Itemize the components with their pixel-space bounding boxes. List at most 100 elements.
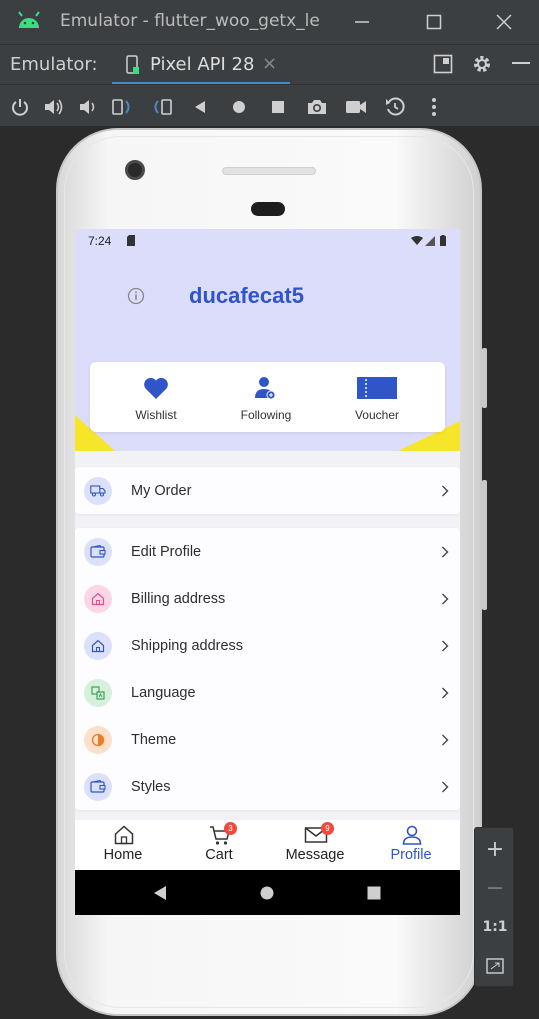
menu-label: Billing address — [131, 590, 226, 607]
following-shortcut[interactable]: Following — [216, 374, 316, 422]
collapse-icon[interactable] — [511, 61, 531, 67]
tab-close-icon[interactable]: × — [262, 53, 277, 74]
tab-pixel-api-28[interactable]: Pixel API 28 × — [112, 45, 290, 85]
nav-home[interactable]: Home — [75, 820, 171, 870]
phone-volume-button — [482, 480, 487, 610]
order-group: My Order — [75, 467, 460, 514]
nav-message-label: Message — [285, 847, 345, 863]
phone-icon — [126, 55, 139, 74]
rotate-right-icon — [154, 99, 172, 115]
chevron-right-icon — [442, 640, 449, 651]
rotate-left-icon — [112, 99, 130, 115]
nav-message[interactable]: 9 Message — [267, 820, 363, 870]
maximize-icon — [426, 14, 442, 30]
nav-back-icon[interactable] — [153, 885, 167, 901]
zoom-in-button[interactable]: + — [475, 830, 515, 868]
wishlist-label: Wishlist — [135, 408, 177, 422]
chevron-right-icon — [442, 593, 449, 604]
zoom-panel: + − 1:1 — [474, 827, 514, 987]
actual-size-button[interactable]: 1:1 — [475, 908, 515, 946]
volume-down-button[interactable] — [76, 95, 100, 119]
shipping-badge — [84, 631, 112, 660]
emulator-toolbar — [0, 84, 539, 126]
window-title-bar: Emulator - flutter_woo_getx_le — [0, 0, 539, 44]
nav-home-label: Home — [103, 847, 143, 863]
translate-icon — [91, 685, 105, 700]
edit-profile-badge — [84, 537, 112, 566]
more-icon — [432, 98, 436, 116]
power-icon — [12, 99, 28, 116]
tab-label: Pixel API 28 — [150, 54, 255, 75]
minimize-button[interactable] — [348, 8, 376, 36]
fit-screen-button[interactable] — [475, 947, 515, 985]
record-button[interactable] — [344, 95, 368, 119]
nav-profile[interactable]: Profile — [363, 820, 459, 870]
menu-label: My Order — [131, 482, 192, 499]
rotate-right-button[interactable] — [150, 95, 174, 119]
nav-cart[interactable]: 3 Cart — [171, 820, 267, 870]
zoom-out-button[interactable]: − — [475, 869, 515, 907]
power-button[interactable] — [8, 95, 32, 119]
signal-battery-icons — [411, 235, 446, 246]
gear-icon[interactable] — [472, 54, 492, 74]
video-camera-icon — [346, 101, 366, 113]
snapshot-button[interactable] — [383, 95, 407, 119]
chevron-right-icon — [442, 781, 449, 792]
home-outline-icon — [91, 592, 105, 605]
menu-row-shipping-address[interactable]: Shipping address — [75, 622, 460, 669]
chevron-right-icon — [442, 687, 449, 698]
proximity-sensor — [251, 202, 285, 216]
menu-row-theme[interactable]: Theme — [75, 716, 460, 763]
device-screen: 7:24 ducafecat5 Wishlist Following Vouch… — [75, 229, 460, 915]
menu-label: Theme — [131, 731, 177, 748]
theme-badge — [84, 725, 112, 754]
layout-icon[interactable] — [433, 54, 453, 74]
phone-side-button — [482, 348, 487, 408]
nav-overview-icon[interactable] — [367, 886, 381, 900]
menu-row-language[interactable]: Language — [75, 669, 460, 716]
menu-row-my-order[interactable]: My Order — [75, 467, 460, 514]
fit-screen-icon — [486, 958, 504, 974]
billing-badge — [84, 584, 112, 613]
nav-cart-label: Cart — [205, 847, 233, 863]
wishlist-shortcut[interactable]: Wishlist — [106, 374, 206, 422]
language-badge — [84, 678, 112, 707]
heart-icon — [144, 377, 168, 399]
info-icon[interactable] — [127, 287, 145, 305]
nav-home-icon[interactable] — [260, 886, 274, 900]
ticket-icon — [357, 377, 397, 399]
earpiece-speaker — [222, 167, 316, 175]
home-outline-icon — [91, 639, 105, 652]
person-add-icon — [255, 377, 276, 400]
maximize-button[interactable] — [420, 8, 448, 36]
menu-label: Styles — [131, 778, 171, 795]
minimize-icon — [355, 21, 369, 23]
close-button[interactable] — [490, 8, 518, 36]
back-icon — [195, 101, 205, 113]
cart-badge: 3 — [224, 822, 237, 835]
voucher-label: Voucher — [354, 408, 400, 422]
rotate-left-button[interactable] — [110, 95, 134, 119]
menu-row-styles[interactable]: Styles — [75, 763, 460, 810]
styles-badge — [84, 772, 112, 801]
volume-down-icon — [80, 100, 95, 114]
menu-label: Language — [131, 684, 196, 701]
volume-up-button[interactable] — [42, 95, 66, 119]
voucher-shortcut[interactable]: Voucher — [327, 374, 427, 422]
back-button[interactable] — [188, 95, 212, 119]
profile-header: 7:24 ducafecat5 Wishlist Following Vouch… — [75, 229, 460, 451]
home-button[interactable] — [227, 95, 251, 119]
wallet-icon — [90, 545, 106, 558]
screenshot-button[interactable] — [305, 95, 329, 119]
camera-icon — [308, 100, 326, 114]
settings-group: Edit Profile Billing address Shipping ad… — [75, 528, 460, 810]
overview-button[interactable] — [266, 95, 290, 119]
close-icon — [496, 14, 512, 30]
menu-row-edit-profile[interactable]: Edit Profile — [75, 528, 460, 575]
shortcut-card: Wishlist Following Voucher — [90, 362, 445, 432]
menu-row-billing-address[interactable]: Billing address — [75, 575, 460, 622]
more-button[interactable] — [422, 95, 446, 119]
chevron-right-icon — [442, 734, 449, 745]
chevron-right-icon — [442, 546, 449, 557]
person-icon — [402, 825, 422, 845]
